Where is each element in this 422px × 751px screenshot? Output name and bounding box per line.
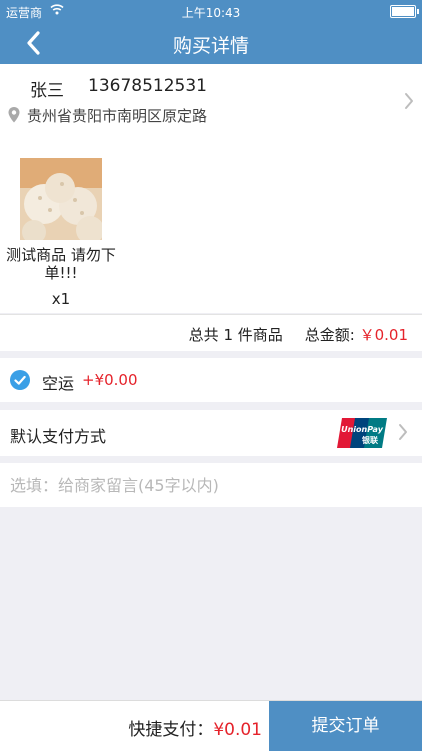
status-bar: 运营商 上午10:43 [0,0,422,22]
checkout-bar: 快捷支付：¥0.01 提交订单 [0,700,422,751]
product-card[interactable]: 测试商品 请勿下单!!! x1 [0,150,422,313]
shipping-option[interactable]: 空运 +¥0.00 [0,358,422,402]
clock: 上午10:43 [181,6,241,20]
seller-message-input[interactable] [0,463,422,507]
recipient-phone: 13678512531 [88,76,207,96]
order-summary: 总共 1 件商品 总金额: ￥0.01 [0,314,422,351]
svg-text:UnionPay: UnionPay [341,425,384,434]
total-label: 总金额: [304,326,360,344]
address-card[interactable]: 张三 13678512531 贵州省贵阳市南明区原定路 [0,64,422,203]
checkmark-icon[interactable] [10,370,30,390]
total-items: 总共 1 件商品 [188,326,283,344]
recipient-name: 张三 [30,81,64,101]
payment-method-row[interactable]: 默认支付方式 UnionPay 银联 [0,410,422,456]
battery-icon [390,5,419,18]
shipping-price: +¥0.00 [82,371,138,389]
nav-bar: 购买详情 [0,22,422,64]
chevron-right-icon [398,423,408,445]
unionpay-logo: UnionPay 银联 [336,417,388,453]
svg-text:银联: 银联 [361,435,378,445]
product-quantity: x1 [51,290,71,308]
address-text: 贵州省贵阳市南明区原定路 [27,107,208,125]
submit-order-button[interactable]: 提交订单 [269,701,422,751]
product-image [20,158,102,240]
quick-pay: 快捷支付：¥0.01 [128,715,262,740]
payment-method-label: 默认支付方式 [10,427,107,446]
product-name: 测试商品 请勿下单!!! [6,246,116,282]
chevron-right-icon [404,92,414,114]
shipping-method: 空运 [42,374,75,393]
location-pin-icon [7,106,21,128]
quick-pay-label: 快捷支付： [128,720,214,740]
total-amount: ￥0.01 [359,326,408,344]
page-title: 购买详情 [172,35,249,57]
quick-pay-amount: ¥0.01 [213,720,262,740]
